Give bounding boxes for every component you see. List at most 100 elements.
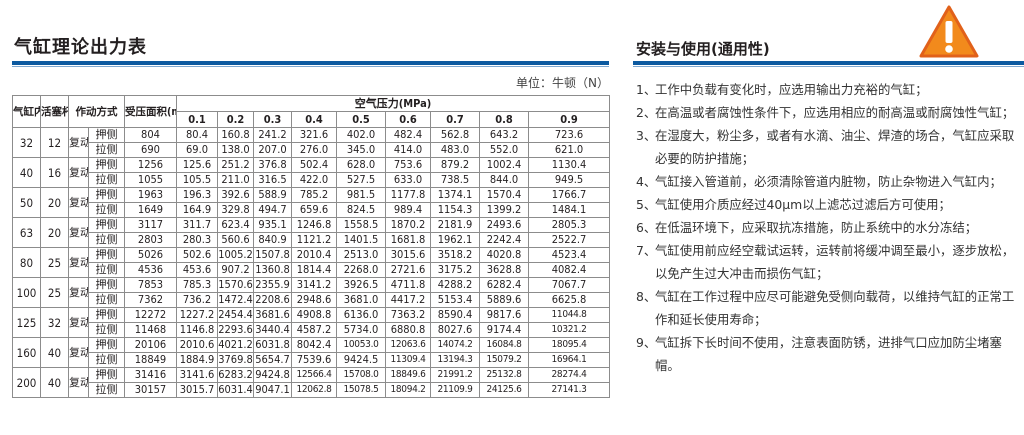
force-cell: 2355.9 [253, 277, 292, 293]
force-cell: 1870.2 [385, 217, 431, 233]
table-row: 20040复动押侧314163141.66283.29424.812566.41… [12, 367, 611, 398]
action-type-cell: 复动 [68, 187, 89, 218]
header-rod: 活塞杆外径 [40, 95, 69, 128]
force-cell: 25132.8 [479, 367, 529, 383]
pull-side-label: 拉侧 [88, 262, 125, 278]
force-cell: 105.5 [176, 172, 218, 188]
force-cell: 1472.4 [217, 292, 254, 308]
force-cell: 2242.4 [479, 232, 529, 248]
force-cell: 3141.2 [291, 277, 337, 293]
pull-side-label: 拉侧 [88, 202, 125, 218]
area-cell: 5026 [124, 247, 177, 263]
force-cell: 276.0 [291, 142, 337, 158]
bore-cell: 63 [12, 217, 41, 248]
action-type-cell: 复动 [68, 277, 89, 308]
area-cell: 7362 [124, 292, 177, 308]
list-item-number: 4、 [636, 174, 657, 189]
force-cell: 502.6 [176, 247, 218, 263]
force-cell: 3628.8 [479, 262, 529, 278]
force-cell: 1814.4 [291, 262, 337, 278]
list-item: 5、 气缸使用介质应经过40μm以上滤芯过滤后方可使用； [636, 193, 1018, 216]
force-cell: 5654.7 [253, 352, 292, 368]
force-cell: 3141.6 [176, 367, 218, 383]
push-side-label: 押侧 [88, 277, 125, 293]
action-type-cell: 复动 [68, 337, 89, 368]
force-cell: 1884.9 [176, 352, 218, 368]
force-cell: 1766.7 [527, 187, 611, 203]
header-action: 作动方式 [68, 95, 125, 128]
force-cell: 588.9 [253, 187, 292, 203]
pull-side-label: 拉侧 [88, 172, 125, 188]
force-cell: 16964.1 [527, 352, 611, 368]
action-type-cell: 复动 [68, 307, 89, 338]
list-item-number: 8、 [636, 289, 657, 304]
force-cell: 414.0 [385, 142, 431, 158]
force-cell: 494.7 [253, 202, 292, 218]
force-cell: 844.0 [479, 172, 529, 188]
force-cell: 1401.5 [336, 232, 386, 248]
area-cell: 1649 [124, 202, 177, 218]
force-cell: 1570.6 [217, 277, 254, 293]
force-cell: 7539.6 [291, 352, 337, 368]
list-item: 2、 在高温或者腐蚀性条件下，应选用相应的耐高温或耐腐蚀性气缸； [636, 101, 1018, 124]
force-cell: 1962.1 [430, 232, 480, 248]
force-cell: 2293.6 [217, 322, 254, 338]
pull-side-label: 拉侧 [88, 142, 125, 158]
table-row: 3212复动押侧80480.4160.8241.2321.6402.0482.4… [12, 127, 611, 158]
header-pressure-value: 0.6 [385, 111, 431, 128]
rod-cell: 25 [40, 277, 69, 308]
list-item-text: 气缸使用介质应经过40μm以上滤芯过滤后方可使用； [655, 197, 951, 212]
force-cell: 2454.4 [217, 307, 254, 323]
exclamation-triangle-icon [918, 4, 980, 60]
force-cell: 15078.5 [336, 382, 386, 398]
rod-cell: 12 [40, 127, 69, 158]
force-cell: 7067.7 [527, 277, 611, 293]
force-cell: 311.7 [176, 217, 218, 233]
title-underline [12, 61, 609, 65]
force-cell: 12566.4 [291, 367, 337, 383]
force-cell: 1146.8 [176, 322, 218, 338]
force-cell: 785.3 [176, 277, 218, 293]
table-row: 6320复动押侧3117311.7623.4935.11246.81558.51… [12, 217, 611, 248]
title-underline-thin [633, 66, 1024, 67]
force-cell: 21109.9 [430, 382, 480, 398]
force-cell: 824.5 [336, 202, 386, 218]
force-cell: 840.9 [253, 232, 292, 248]
force-cell: 453.6 [176, 262, 218, 278]
force-cell: 5734.0 [336, 322, 386, 338]
title-underline [633, 61, 1024, 65]
list-item-text: 气缸在工作过程中应尽可能避免受侧向载荷，以维持气缸的正常工作和延长使用寿命； [655, 289, 1015, 327]
force-table: 气缸内径 活塞杆外径 作动方式 受压面积(mm²) 空气压力(MPa) 0.1 … [12, 95, 611, 398]
area-cell: 1055 [124, 172, 177, 188]
header-pressure-value: 0.7 [430, 111, 480, 128]
force-cell: 879.2 [430, 157, 480, 173]
action-type-cell: 复动 [68, 127, 89, 158]
force-cell: 1005.2 [217, 247, 254, 263]
list-item: 8、 气缸在工作过程中应尽可能避免受侧向载荷，以维持气缸的正常工作和延长使用寿命； [636, 285, 1018, 331]
force-cell: 1177.8 [385, 187, 431, 203]
force-cell: 3681.6 [253, 307, 292, 323]
list-item-number: 5、 [636, 197, 657, 212]
force-cell: 11044.8 [527, 307, 611, 323]
area-cell: 690 [124, 142, 177, 158]
force-cell: 989.4 [385, 202, 431, 218]
force-cell: 11309.4 [385, 352, 431, 368]
table-row: 5020复动押侧1963196.3392.6588.9785.2981.5117… [12, 187, 611, 218]
force-cell: 138.0 [217, 142, 254, 158]
title-underline-thin [12, 66, 609, 67]
table-header-row-1: 气缸内径 活塞杆外径 作动方式 受压面积(mm²) 空气压力(MPa) [12, 95, 611, 128]
rod-cell: 40 [40, 367, 69, 398]
list-item-number: 2、 [636, 105, 657, 120]
list-item-text: 气缸拆下长时间不使用，注意表面防锈，进排气口应加防尘堵塞帽。 [655, 335, 1002, 373]
force-cell: 1681.8 [385, 232, 431, 248]
header-pressure-value: 0.2 [217, 111, 254, 128]
force-cell: 3175.2 [430, 262, 480, 278]
pull-side-label: 拉侧 [88, 352, 125, 368]
force-cell: 1570.4 [479, 187, 529, 203]
force-cell: 196.3 [176, 187, 218, 203]
list-item: 7、 气缸使用前应经空载试运转，运转前将缓冲调至最小，逐步放松，以免产生过大冲击而… [636, 239, 1018, 285]
force-cell: 211.0 [217, 172, 254, 188]
header-pressure-value: 0.5 [336, 111, 386, 128]
force-cell: 2522.7 [527, 232, 611, 248]
pull-side-label: 拉侧 [88, 322, 125, 338]
